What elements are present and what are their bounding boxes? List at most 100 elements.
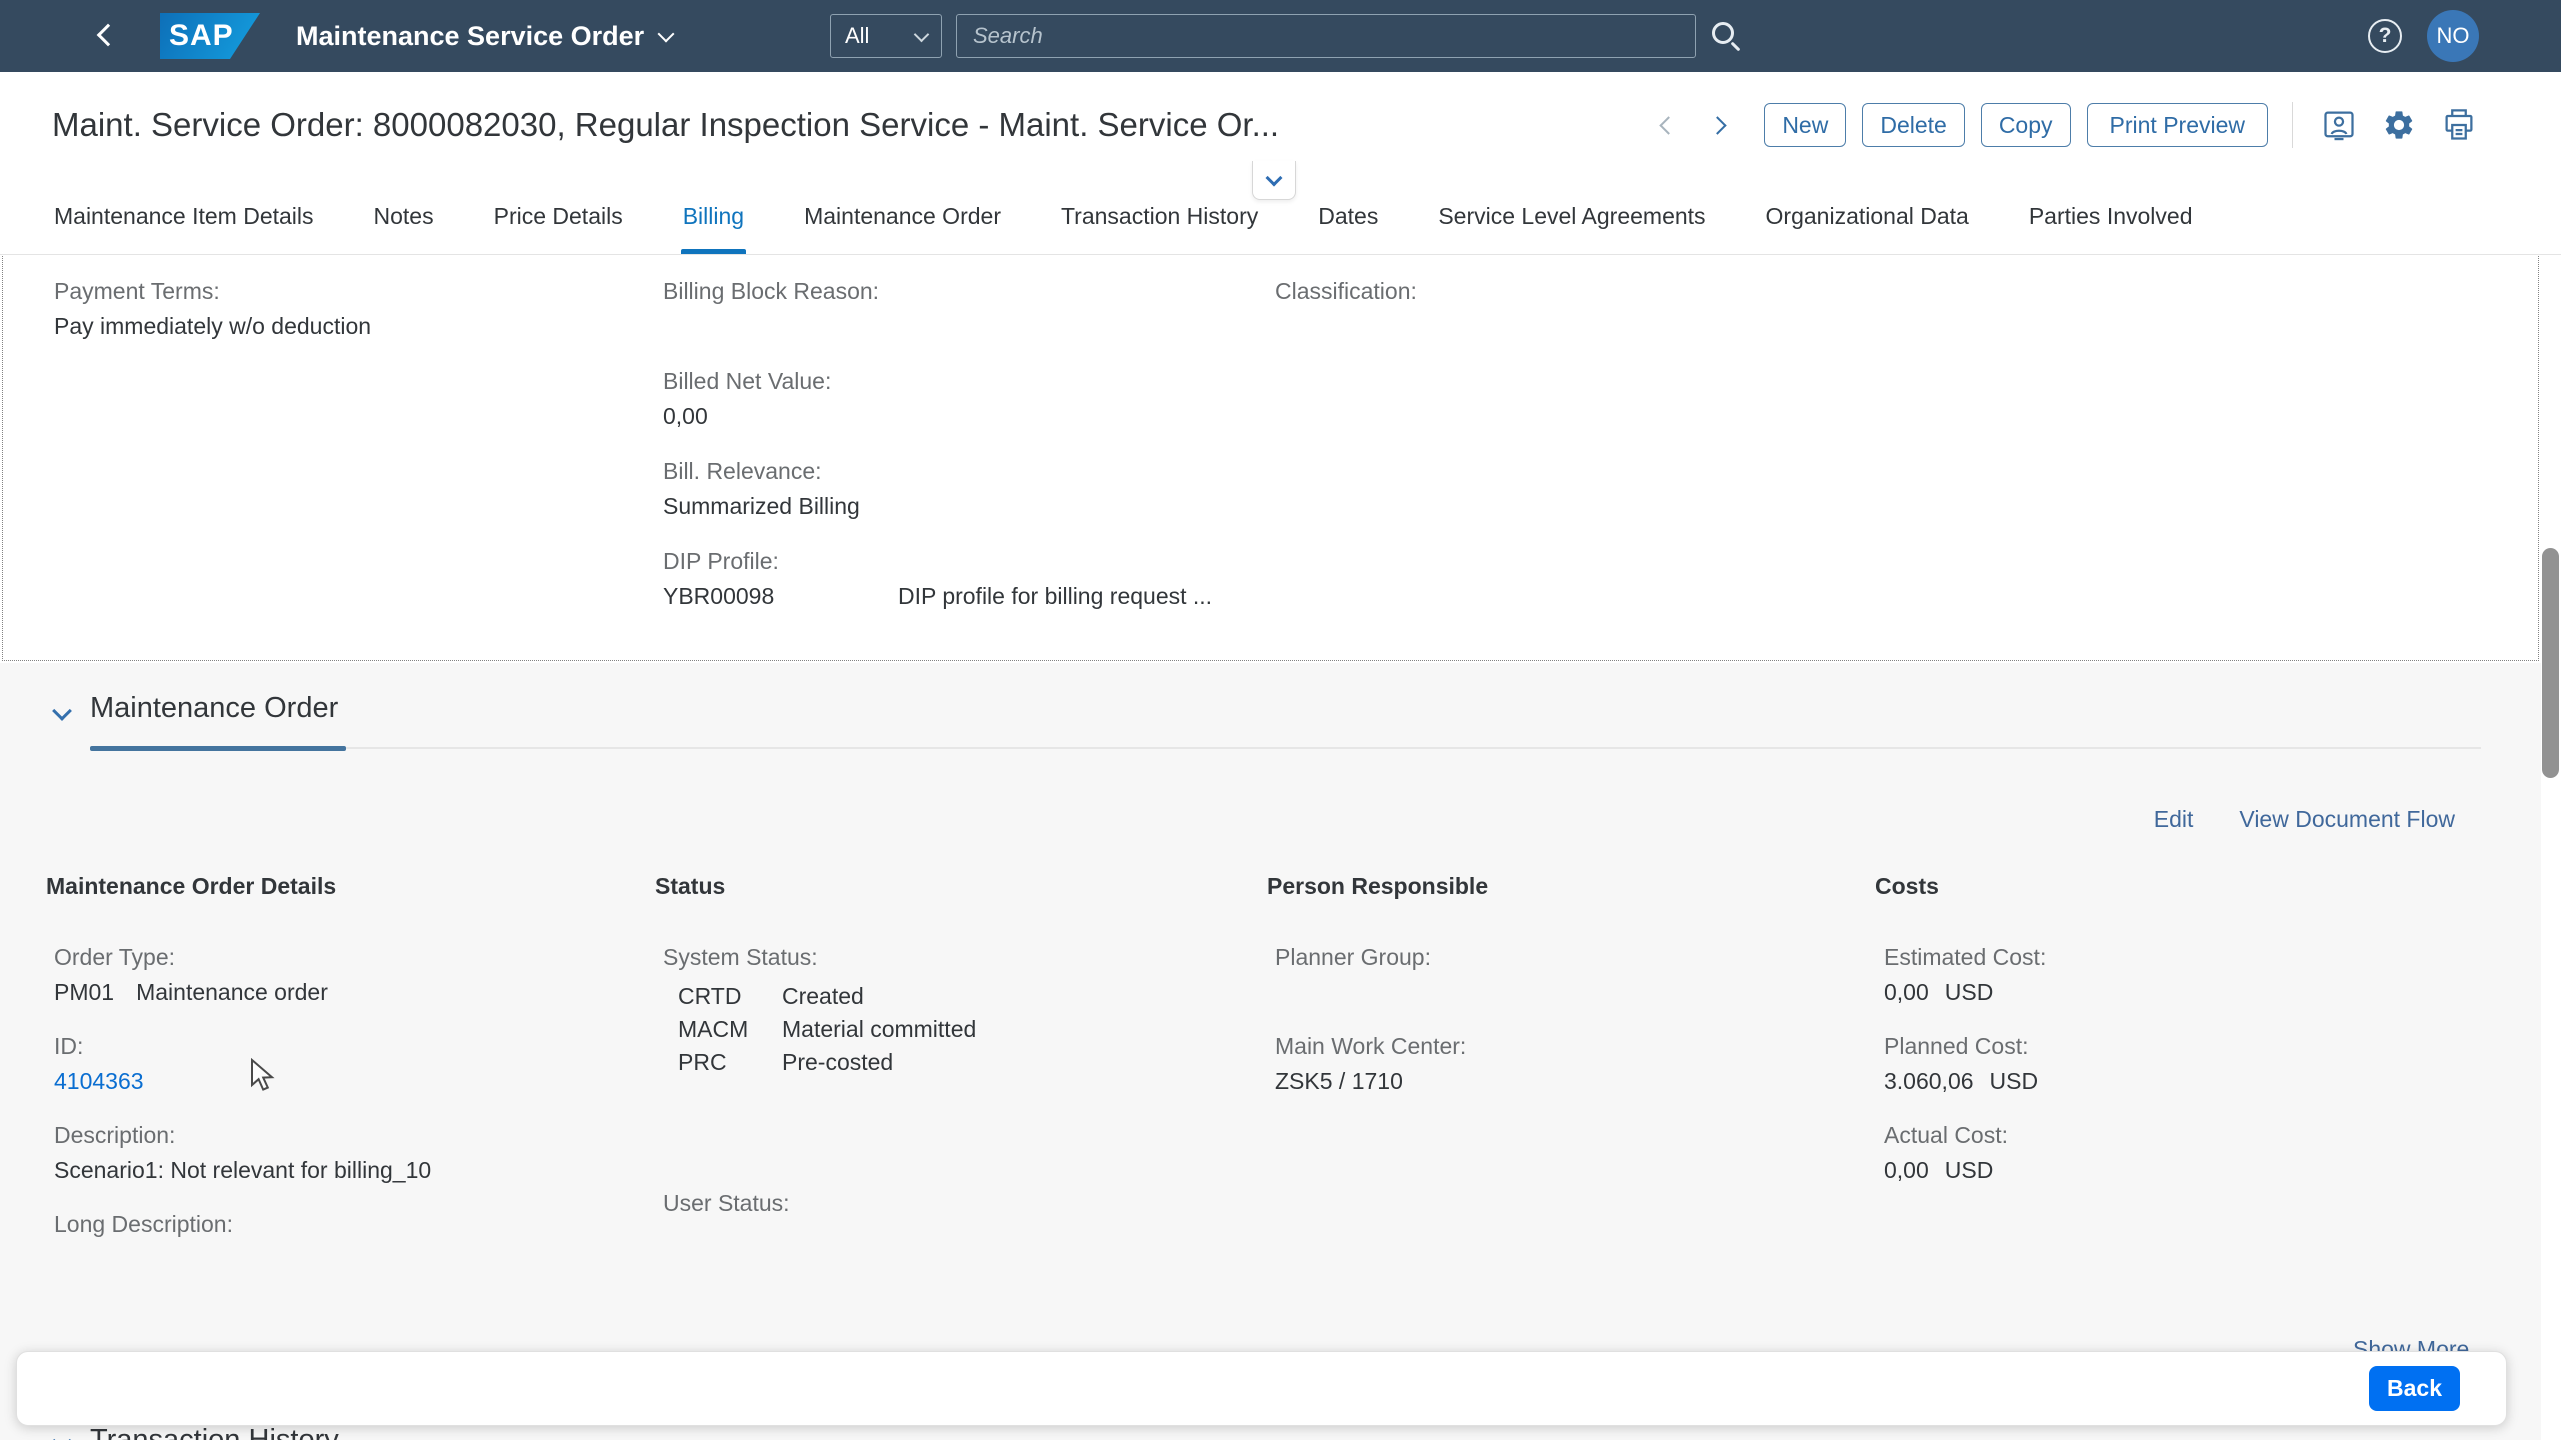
tab-organizational-data[interactable]: Organizational Data	[1766, 178, 1969, 254]
contact-card-icon[interactable]	[2317, 103, 2361, 147]
status-text: Pre-costed	[782, 1049, 893, 1076]
section-underline	[90, 747, 2481, 749]
estimated-cost-field: Estimated Cost: 0,00 USD	[1884, 944, 2046, 1006]
planned-cost-field: Planned Cost: 3.060,06 USD	[1884, 1033, 2038, 1095]
status-text: Material committed	[782, 1016, 976, 1043]
field-label: DIP Profile:	[663, 548, 1212, 575]
group-header-person-responsible: Person Responsible	[1267, 873, 1488, 900]
printer-icon[interactable]	[2437, 103, 2481, 147]
focus-outline	[2, 255, 2539, 661]
shell-bar: SAP Maintenance Service Order All ? NO	[0, 0, 2561, 72]
tab-parties-involved[interactable]: Parties Involved	[2029, 178, 2193, 254]
field-value: 0,00 USD	[1884, 1157, 2008, 1184]
field-label: Billing Block Reason:	[663, 278, 879, 305]
back-icon[interactable]	[100, 27, 116, 48]
cost-currency: USD	[1945, 979, 1994, 1006]
search-scope-value: All	[845, 23, 869, 49]
app-root: SAP Maintenance Service Order All ? NO M…	[0, 0, 2561, 1440]
field-value: YBR00098 DIP profile for billing request…	[663, 583, 1212, 610]
status-text: Created	[782, 983, 864, 1010]
field-label: Classification:	[1275, 278, 1417, 305]
next-object-icon[interactable]	[1701, 119, 1734, 132]
order-description-field: Description: Scenario1: Not relevant for…	[54, 1122, 431, 1184]
field-value: Summarized Billing	[663, 493, 860, 520]
tab-price-details[interactable]: Price Details	[494, 178, 623, 254]
section-title: Maintenance Order	[90, 692, 338, 725]
copy-button[interactable]: Copy	[1981, 103, 2071, 147]
back-button[interactable]: Back	[2369, 1366, 2460, 1411]
previous-object-icon[interactable]	[1652, 119, 1685, 132]
field-label: Long Description:	[54, 1211, 233, 1238]
mouse-cursor	[250, 1058, 280, 1092]
tab-maintenance-order[interactable]: Maintenance Order	[804, 178, 1001, 254]
field-label: Planner Group:	[1275, 944, 1431, 971]
group-header-costs: Costs	[1875, 873, 1939, 900]
view-document-flow-link[interactable]: View Document Flow	[2239, 806, 2455, 833]
settings-gear-icon[interactable]	[2377, 103, 2421, 147]
next-section-title: Transaction History	[90, 1424, 339, 1440]
chevron-down-icon	[658, 26, 675, 43]
status-row: PRC Pre-costed	[678, 1049, 976, 1076]
search-icon[interactable]	[1712, 22, 1734, 44]
field-label: Planned Cost:	[1884, 1033, 2038, 1060]
search-input[interactable]	[956, 14, 1696, 58]
field-value: Scenario1: Not relevant for billing_10	[54, 1157, 431, 1184]
field-label: Payment Terms:	[54, 278, 371, 305]
tab-transaction-history[interactable]: Transaction History	[1061, 178, 1258, 254]
user-status-field: User Status:	[663, 1190, 790, 1252]
tab-maintenance-item-details[interactable]: Maintenance Item Details	[54, 178, 314, 254]
tab-service-level-agreements[interactable]: Service Level Agreements	[1438, 178, 1705, 254]
field-label: Order Type:	[54, 944, 328, 971]
field-label: Bill. Relevance:	[663, 458, 860, 485]
avatar[interactable]: NO	[2427, 10, 2479, 62]
status-code: CRTD	[678, 983, 782, 1010]
edit-link[interactable]: Edit	[2154, 806, 2194, 833]
section-collapse-icon[interactable]	[55, 704, 69, 723]
field-label: Description:	[54, 1122, 431, 1149]
scrollbar-thumb[interactable]	[2542, 548, 2559, 778]
order-type-text: Maintenance order	[136, 979, 328, 1006]
status-code: PRC	[678, 1049, 782, 1076]
chevron-down-icon	[1266, 170, 1283, 187]
print-preview-button[interactable]: Print Preview	[2087, 103, 2268, 147]
chevron-down-icon	[914, 26, 930, 42]
tab-billing[interactable]: Billing	[683, 178, 744, 254]
classification-field: Classification:	[1275, 278, 1417, 340]
cost-amount: 3.060,06	[1884, 1068, 1974, 1095]
system-status-field: System Status:	[663, 944, 818, 971]
new-button[interactable]: New	[1764, 103, 1846, 147]
collapse-header-button[interactable]	[1252, 161, 1296, 200]
billed-net-value-field: Billed Net Value: 0,00	[663, 368, 831, 430]
status-row: MACM Material committed	[678, 1016, 976, 1043]
app-title-menu[interactable]: Maintenance Service Order	[296, 0, 672, 72]
help-glyph: ?	[2379, 24, 2392, 48]
section-collapse-icon[interactable]	[55, 1434, 69, 1440]
header-actions: New Delete Copy Print Preview	[1652, 72, 2481, 178]
avatar-initials: NO	[2437, 23, 2470, 49]
sap-logo-text: SAP	[160, 19, 234, 53]
field-label: User Status:	[663, 1190, 790, 1217]
tab-dates[interactable]: Dates	[1318, 178, 1378, 254]
field-label: ID:	[54, 1033, 144, 1060]
cost-amount: 0,00	[1884, 1157, 1929, 1184]
billing-section: Payment Terms: Pay immediately w/o deduc…	[0, 255, 2541, 663]
order-id-link[interactable]: 4104363	[54, 1068, 144, 1095]
status-code: MACM	[678, 1016, 782, 1043]
delete-button[interactable]: Delete	[1862, 103, 1964, 147]
dip-profile-code: YBR00098	[663, 583, 898, 610]
system-status-list: CRTD Created MACM Material committed PRC…	[678, 983, 976, 1076]
search-scope-select[interactable]: All	[830, 14, 942, 58]
section-toolbar: Edit View Document Flow	[2154, 806, 2455, 833]
help-icon[interactable]: ?	[2368, 19, 2402, 53]
field-value	[1275, 979, 1431, 1006]
tab-notes[interactable]: Notes	[374, 178, 434, 254]
field-value	[1275, 313, 1417, 340]
cost-currency: USD	[1990, 1068, 2039, 1095]
sap-logo[interactable]: SAP	[160, 13, 260, 59]
order-id-field: ID: 4104363	[54, 1033, 144, 1095]
order-type-field: Order Type: PM01 Maintenance order	[54, 944, 328, 1006]
field-value	[663, 313, 879, 340]
footer-toolbar: Back	[16, 1351, 2507, 1426]
group-header-status: Status	[655, 873, 725, 900]
actual-cost-field: Actual Cost: 0,00 USD	[1884, 1122, 2008, 1184]
